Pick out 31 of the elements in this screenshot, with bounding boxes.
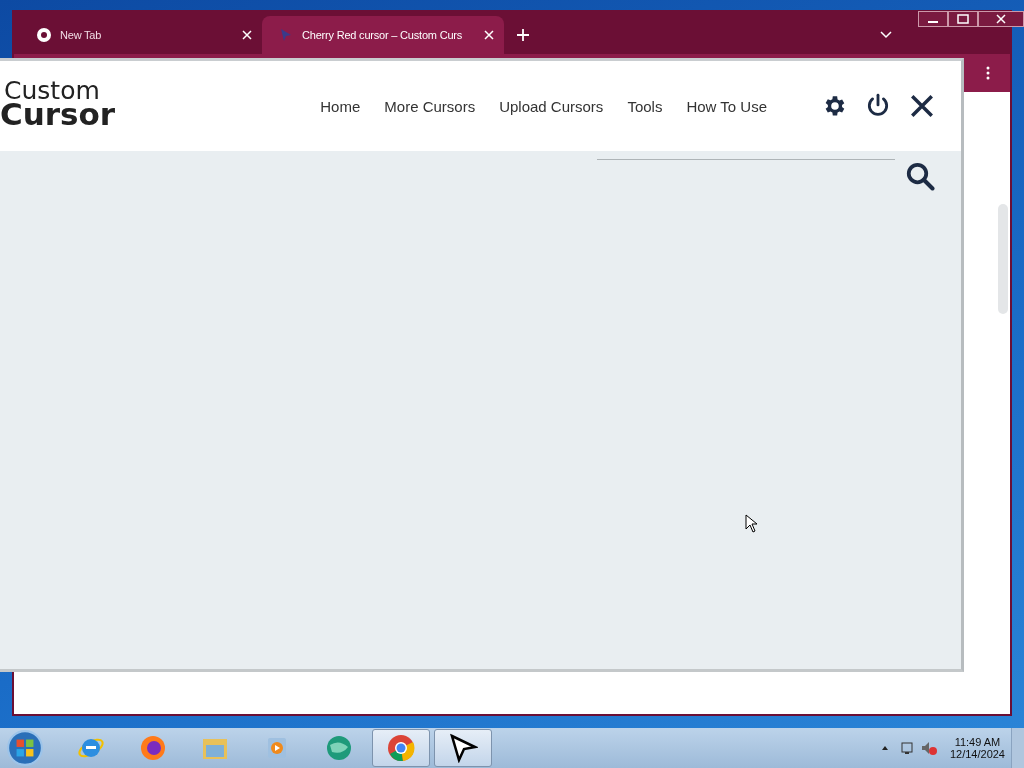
- logo-text: Custom: [4, 80, 100, 102]
- nav-link[interactable]: Upload Cursors: [499, 97, 604, 115]
- globe-icon: [324, 733, 354, 763]
- tray-icons-drawing[interactable]: [879, 740, 940, 756]
- start-button[interactable]: [6, 729, 44, 767]
- nav-link[interactable]: More Cursors: [384, 97, 476, 115]
- chrome-taskbar-button[interactable]: [372, 729, 430, 767]
- search-field[interactable]: [597, 159, 895, 162]
- maximize-icon[interactable]: [948, 11, 978, 27]
- cursor-icon: [448, 733, 478, 763]
- minimize-icon[interactable]: [918, 11, 948, 27]
- logo-text: Cursor: [0, 101, 116, 128]
- close-icon[interactable]: [909, 93, 935, 119]
- clock-time: 11:49 AM: [954, 736, 1001, 748]
- menu-icon[interactable]: [986, 66, 990, 80]
- clock-date: 12/14/2024: [949, 748, 1005, 760]
- chevron-icon[interactable]: [880, 31, 892, 39]
- new-tab-icon[interactable]: [516, 28, 530, 42]
- power-icon[interactable]: [865, 93, 891, 119]
- nav-link[interactable]: Tools: [627, 97, 663, 115]
- browser-tab[interactable]: New Tab: [20, 16, 262, 54]
- scrollbar[interactable]: [998, 204, 1008, 314]
- chrome-icon: [36, 27, 52, 43]
- nav-link[interactable]: Home: [320, 97, 361, 115]
- cursor-taskbar-button[interactable]: [434, 729, 492, 767]
- chrome-icon: [386, 733, 416, 763]
- mouse-pointer-icon: [745, 514, 759, 534]
- search-icon[interactable]: [905, 161, 935, 191]
- nav-link[interactable]: How To Use: [686, 97, 767, 115]
- close-icon[interactable]: [978, 11, 1024, 27]
- browser-tab[interactable]: Cherry Red cursor – Custom Curs: [262, 16, 504, 54]
